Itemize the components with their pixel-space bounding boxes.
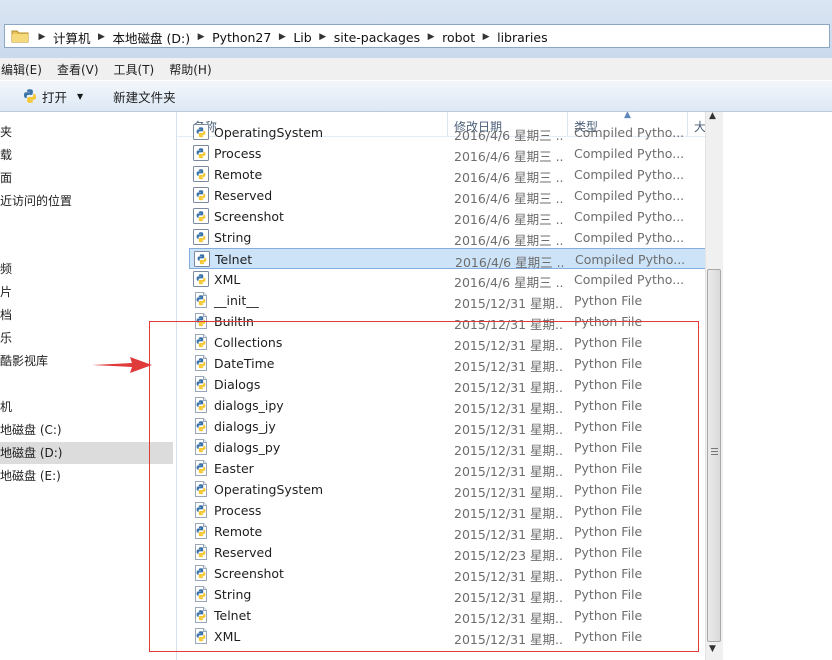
scrollbar-thumb[interactable] (707, 269, 721, 642)
breadcrumb-item[interactable]: Python27 (208, 30, 275, 45)
nav-item[interactable]: 地磁盘 (D:) (0, 442, 173, 464)
menu-bar: 编辑(E) 查看(V) 工具(T) 帮助(H) (0, 58, 832, 80)
nav-item[interactable]: 面 (0, 167, 173, 189)
file-name: Remote (214, 167, 263, 182)
open-button[interactable]: 打开 ▼ (22, 87, 83, 106)
address-bar-area: ▶ 计算机 ▶ 本地磁盘 (D:) ▶ Python27 ▶ Lib ▶ site-package… (0, 0, 832, 58)
file-row[interactable]: Screenshot 2016/4/6 星期三 ... Compiled Pytho… (189, 206, 706, 227)
compiled-python-icon (194, 251, 210, 267)
dropdown-caret-icon[interactable]: ▼ (77, 92, 83, 101)
file-row[interactable]: String 2016/4/6 星期三 ... Compiled Pytho... (189, 227, 706, 248)
file-name: Process (214, 146, 262, 161)
breadcrumb-item[interactable]: Lib (289, 30, 315, 45)
breadcrumb-item[interactable]: libraries (493, 30, 552, 45)
new-folder-button[interactable]: 新建文件夹 (113, 87, 176, 106)
scroll-up-icon[interactable]: ▲ (709, 111, 716, 121)
breadcrumb-separator-icon[interactable]: ▶ (316, 32, 330, 42)
python-icon (24, 89, 36, 103)
python-file-icon (195, 292, 207, 308)
file-type: Python File (574, 293, 643, 308)
menu-item[interactable]: 编辑(E) (1, 61, 42, 78)
nav-item[interactable]: 机 (0, 396, 173, 418)
breadcrumb-item[interactable]: robot (438, 30, 479, 45)
nav-item[interactable]: 地磁盘 (C:) (0, 419, 173, 441)
breadcrumb-separator-icon[interactable]: ▶ (275, 32, 289, 42)
file-date: 2016/4/6 星期三 ... (454, 170, 564, 185)
highlight-rectangle (149, 321, 699, 652)
vertical-scrollbar[interactable]: ▲ ▼ (705, 111, 723, 660)
nav-item[interactable]: 乐 (0, 327, 173, 349)
sort-ascending-icon: ▲ (624, 112, 631, 120)
file-date: 2016/4/6 星期三 ... (454, 191, 564, 206)
file-type: Compiled Pytho... (574, 272, 685, 287)
file-row[interactable]: XML 2016/4/6 星期三 ... Compiled Pytho... (189, 269, 706, 290)
file-name: Telnet (215, 252, 253, 267)
file-name: Reserved (214, 188, 273, 203)
file-name: OperatingSystem (214, 125, 324, 140)
empty-area (723, 112, 832, 660)
file-type: Compiled Pytho... (574, 230, 685, 245)
file-name: String (214, 230, 252, 245)
file-row[interactable]: __init__ 2015/12/31 星期... Python File (189, 290, 706, 311)
file-name: __init__ (214, 293, 259, 308)
new-folder-label: 新建文件夹 (113, 89, 176, 105)
file-type: Compiled Pytho... (574, 125, 685, 140)
file-type: Compiled Pytho... (574, 167, 685, 182)
compiled-python-icon (193, 229, 209, 245)
file-type: Compiled Pytho... (575, 252, 686, 267)
file-name: XML (214, 272, 241, 287)
breadcrumb: ▶ 计算机 ▶ 本地磁盘 (D:) ▶ Python27 ▶ Lib ▶ site-package… (35, 28, 552, 46)
compiled-python-icon (193, 145, 209, 161)
annotation-arrow-icon (92, 357, 152, 373)
breadcrumb-separator-icon[interactable]: ▶ (479, 32, 493, 42)
toolbar: 打开 ▼ 新建文件夹 (0, 81, 832, 112)
nav-item[interactable]: 地磁盘 (E:) (0, 465, 173, 487)
open-label: 打开 (42, 89, 68, 105)
breadcrumb-separator-icon[interactable]: ▶ (35, 32, 49, 42)
compiled-python-icon (193, 208, 209, 224)
file-date: 2016/4/6 星期三 ... (454, 128, 564, 143)
compiled-python-icon (193, 187, 209, 203)
compiled-python-icon (193, 271, 209, 287)
file-date: 2016/4/6 星期三 ... (454, 275, 564, 290)
breadcrumb-item[interactable]: 本地磁盘 (D:) (109, 28, 195, 47)
file-type: Compiled Pytho... (574, 188, 685, 203)
nav-item[interactable]: 近访问的位置 (0, 190, 173, 212)
file-date: 2016/4/6 星期三 ... (454, 212, 564, 227)
breadcrumb-separator-icon[interactable]: ▶ (95, 32, 109, 42)
file-row[interactable]: Process 2016/4/6 星期三 ... Compiled Pytho... (189, 143, 706, 164)
breadcrumb-item[interactable]: 计算机 (49, 28, 95, 47)
file-row[interactable]: OperatingSystem 2016/4/6 星期三 ... Compiled … (189, 122, 706, 143)
file-row[interactable]: Telnet 2016/4/6 星期三 ... Compiled Pytho... (189, 248, 706, 270)
file-row[interactable]: Reserved 2016/4/6 星期三 ... Compiled Pytho..… (189, 185, 706, 206)
file-name: Screenshot (214, 209, 284, 224)
breadcrumb-separator-icon[interactable]: ▶ (424, 32, 438, 42)
file-date: 2016/4/6 星期三 ... (454, 233, 564, 248)
menu-item[interactable]: 帮助(H) (169, 61, 211, 78)
nav-item[interactable]: 频 (0, 258, 173, 280)
file-type: Compiled Pytho... (574, 146, 685, 161)
file-date: 2015/12/31 星期... (454, 296, 564, 311)
scroll-down-icon[interactable]: ▼ (709, 644, 716, 654)
compiled-python-icon (193, 166, 209, 182)
file-type: Compiled Pytho... (574, 209, 685, 224)
menu-item[interactable]: 工具(T) (114, 61, 155, 78)
breadcrumb-item[interactable]: site-packages (330, 30, 424, 45)
nav-item[interactable]: 档 (0, 304, 173, 326)
nav-item[interactable]: 载 (0, 144, 173, 166)
file-row[interactable]: Remote 2016/4/6 星期三 ... Compiled Pytho... (189, 164, 706, 185)
file-date: 2016/4/6 星期三 ... (454, 149, 564, 164)
folder-icon (11, 30, 29, 43)
nav-item[interactable]: 夹 (0, 121, 173, 143)
breadcrumb-separator-icon[interactable]: ▶ (194, 32, 208, 42)
menu-item[interactable]: 查看(V) (57, 61, 99, 78)
address-bar[interactable]: ▶ 计算机 ▶ 本地磁盘 (D:) ▶ Python27 ▶ Lib ▶ site-package… (4, 24, 830, 48)
compiled-python-icon (193, 124, 209, 140)
nav-item[interactable]: 片 (0, 281, 173, 303)
